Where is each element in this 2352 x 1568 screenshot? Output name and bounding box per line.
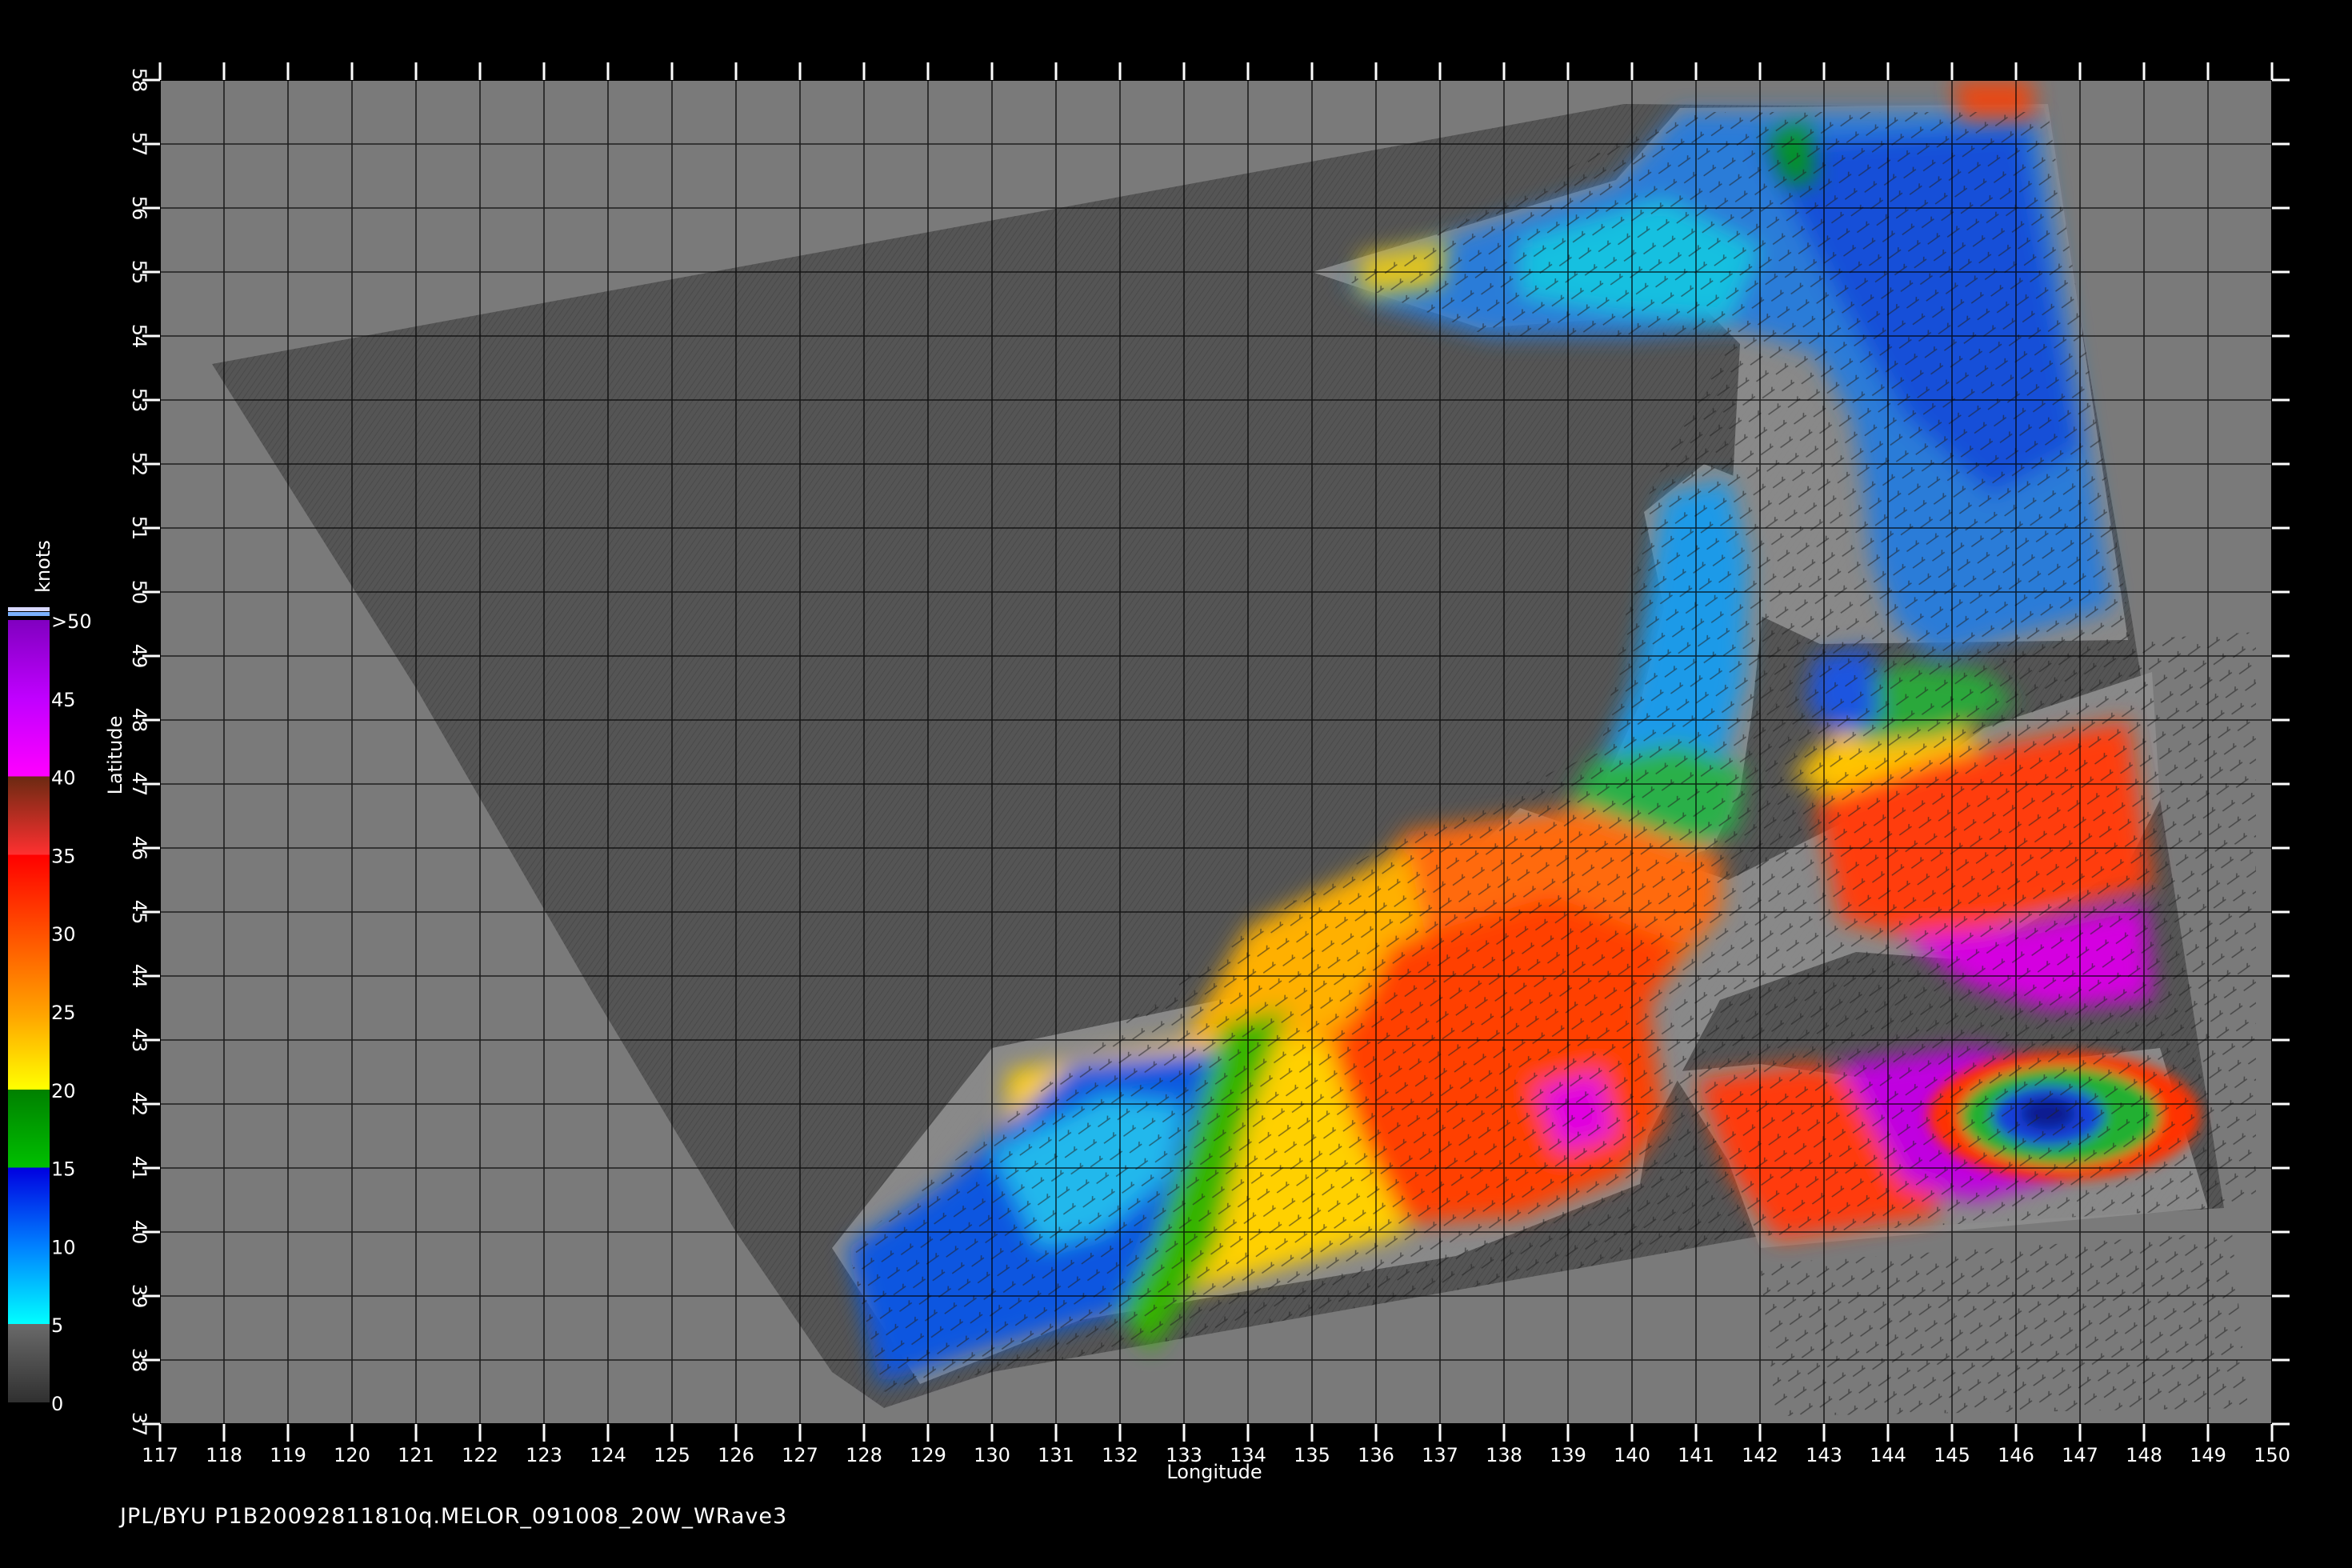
x-axis-label: Longitude: [1166, 1461, 1262, 1483]
y-tick-label: 42: [128, 1092, 150, 1117]
x-tick-label: 149: [2190, 1444, 2226, 1466]
y-tick-label: 56: [128, 196, 150, 221]
y-tick-label: 40: [128, 1220, 150, 1245]
y-tick-label: 45: [128, 900, 150, 925]
x-tick-label: 145: [1934, 1444, 1970, 1466]
x-tick-label: 127: [782, 1444, 818, 1466]
y-tick-label: 47: [128, 772, 150, 797]
colorbar-label: 25: [51, 1002, 76, 1024]
x-tick-label: 122: [462, 1444, 498, 1466]
colorbar-label: 10: [51, 1236, 76, 1258]
colorbar-label: 15: [51, 1158, 76, 1181]
x-tick-label: 150: [2254, 1444, 2290, 1466]
x-tick-label: 138: [1486, 1444, 1522, 1466]
y-tick-label: 43: [128, 1028, 150, 1053]
x-tick-label: 135: [1294, 1444, 1330, 1466]
y-tick-label: 57: [128, 132, 150, 157]
colorbar-label: 45: [51, 689, 76, 711]
colorbar-label: 40: [51, 767, 76, 790]
colorbar-label: 20: [51, 1080, 76, 1102]
x-tick-label: 124: [590, 1444, 626, 1466]
map-plot-area: 117 118 119 120 121 122 123 124 125 126 127 128 129 1…: [104, 62, 2290, 1483]
y-tick-label: 37: [128, 1412, 150, 1437]
x-tick-label: 144: [1870, 1444, 1906, 1466]
x-tick-label: 132: [1102, 1444, 1138, 1466]
y-tick-label: 55: [128, 260, 150, 285]
colorbar-over-marker: [8, 607, 50, 611]
colorbar-label: 35: [51, 845, 76, 867]
colorbar-legend: 0 5 10 15 20 25 30 35 40 45 >50 knots: [8, 540, 92, 1415]
x-tick-label: 143: [1806, 1444, 1842, 1466]
colorbar-labels: 0 5 10 15 20 25 30 35 40 45 >50: [51, 610, 92, 1415]
x-tick-label: 119: [270, 1444, 306, 1466]
y-tick-label: 41: [128, 1156, 150, 1181]
x-tick-label: 137: [1422, 1444, 1458, 1466]
x-tick-label: 117: [142, 1444, 178, 1466]
y-tick-label: 39: [128, 1284, 150, 1309]
x-tick-label: 120: [334, 1444, 370, 1466]
x-tick-label: 142: [1742, 1444, 1778, 1466]
x-tick-label: 130: [974, 1444, 1010, 1466]
colorbar-ramp: [8, 620, 50, 1402]
x-tick-label: 125: [654, 1444, 690, 1466]
colorbar-label: 30: [51, 923, 76, 946]
y-tick-label: 46: [128, 836, 150, 861]
y-tick-label: 58: [128, 68, 150, 93]
y-axis-label: Latitude: [104, 716, 126, 795]
colorbar-label: >50: [51, 610, 92, 633]
y-tick-label: 38: [128, 1348, 150, 1373]
x-tick-label: 139: [1550, 1444, 1586, 1466]
colorbar-label: 0: [51, 1393, 63, 1415]
x-tick-label: 148: [2126, 1444, 2162, 1466]
x-tick-label: 118: [206, 1444, 242, 1466]
footer-caption: JPL/BYU P1B20092811810q.MELOR_091008_20W…: [120, 1504, 788, 1529]
colorbar-label: 5: [51, 1314, 63, 1337]
y-tick-label: 53: [128, 388, 150, 413]
wind-map: 117 118 119 120 121 122 123 124 125 126 127 128 129 1…: [8, 62, 2290, 1483]
colorbar-over-marker-2: [8, 612, 50, 616]
x-tick-label: 131: [1038, 1444, 1074, 1466]
x-tick-label: 123: [526, 1444, 562, 1466]
x-tick-label: 136: [1358, 1444, 1394, 1466]
y-tick-label: 49: [128, 644, 150, 669]
y-tick-label: 54: [128, 324, 150, 349]
y-tick-label: 51: [128, 516, 150, 541]
x-tick-label: 147: [2062, 1444, 2098, 1466]
y-tick-label: 48: [128, 708, 150, 733]
x-tick-label: 141: [1678, 1444, 1714, 1466]
x-tick-label: 140: [1614, 1444, 1650, 1466]
x-tick-label: 128: [846, 1444, 882, 1466]
y-tick-label: 50: [128, 580, 150, 605]
y-tick-label: 44: [128, 964, 150, 989]
colorbar-unit: knots: [32, 540, 54, 593]
x-tick-label: 129: [910, 1444, 946, 1466]
y-tick-label: 52: [128, 452, 150, 477]
x-tick-label: 146: [1998, 1444, 2034, 1466]
x-tick-label: 126: [718, 1444, 754, 1466]
x-tick-label: 121: [398, 1444, 434, 1466]
